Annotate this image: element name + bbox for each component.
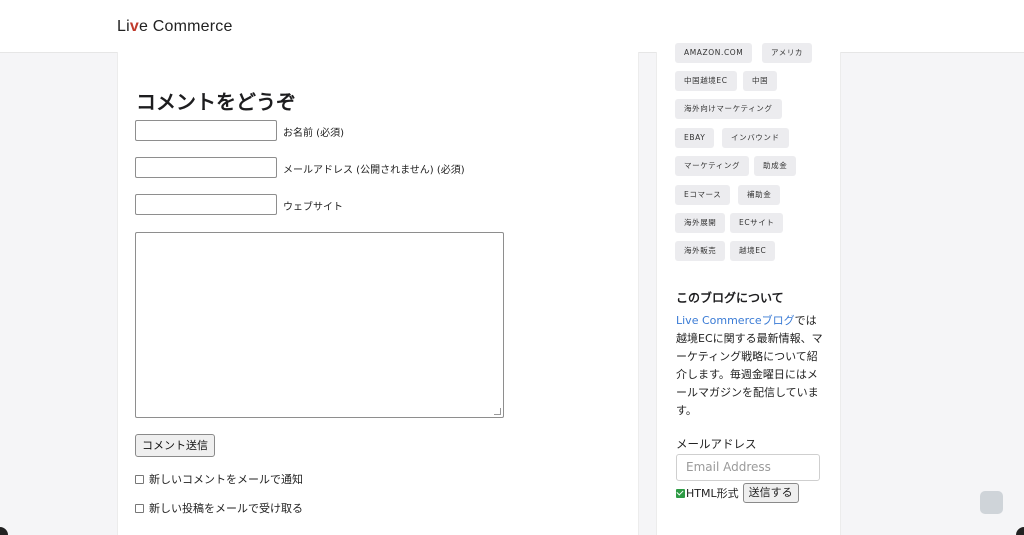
newsletter-email-input[interactable]: Email Address bbox=[676, 454, 820, 481]
about-description: では越境ECに関する最新情報、マーケティング戦略について紹介します。毎週金曜日に… bbox=[676, 314, 823, 417]
about-blog-text: Live Commerceブログでは越境ECに関する最新情報、マーケティング戦略… bbox=[676, 312, 826, 420]
tag-item[interactable]: インバウンド bbox=[722, 128, 789, 148]
email-label: メールアドレス (公開されません) (必須) bbox=[283, 165, 465, 176]
website-input[interactable] bbox=[135, 194, 277, 215]
newsletter-send-button[interactable]: 送信する bbox=[742, 483, 799, 503]
tag-item[interactable]: 海外向けマーケティング bbox=[675, 99, 782, 119]
logo-text-start: Li bbox=[117, 18, 130, 35]
notify-posts-checkbox[interactable] bbox=[135, 503, 144, 513]
sidebar: AMAZON.COM アメリカ 中国越境EC 中国 海外向けマーケティング EB… bbox=[656, 43, 841, 535]
comment-textarea[interactable] bbox=[135, 232, 504, 418]
tag-item[interactable]: Eコマース bbox=[675, 185, 731, 205]
html-format-label: HTML形式 bbox=[686, 487, 739, 500]
about-blog-title: このブログについて bbox=[676, 291, 784, 305]
name-label: お名前 (必須) bbox=[283, 128, 344, 139]
scroll-to-top-button[interactable] bbox=[980, 491, 1003, 514]
site-logo[interactable]: Live Commerce bbox=[117, 18, 233, 36]
newsletter-email-label: メールアドレス bbox=[676, 437, 757, 451]
html-format-checkbox[interactable] bbox=[676, 488, 685, 498]
tag-item[interactable]: 中国 bbox=[743, 71, 778, 91]
top-header: Live Commerce bbox=[0, 0, 1024, 53]
tag-item[interactable]: 海外販売 bbox=[675, 241, 726, 261]
main-content: コメントをどうぞ お名前 (必須) メールアドレス (公開されません) (必須)… bbox=[117, 52, 639, 535]
tag-item[interactable]: 補助金 bbox=[738, 185, 781, 205]
blog-link[interactable]: Live Commerceブログ bbox=[676, 314, 795, 327]
notify-comments-row: 新しいコメントをメールで通知 bbox=[135, 471, 303, 487]
submit-comment-button[interactable]: コメント送信 bbox=[135, 434, 215, 457]
tag-item[interactable]: マーケティング bbox=[675, 156, 750, 176]
window-corner-left bbox=[0, 527, 8, 535]
tag-item[interactable]: ECサイト bbox=[730, 213, 784, 233]
notify-posts-label: 新しい投稿をメールで受け取る bbox=[149, 502, 303, 515]
tag-item[interactable]: アメリカ bbox=[762, 43, 813, 63]
notify-posts-row: 新しい投稿をメールで受け取る bbox=[135, 500, 303, 516]
tag-item[interactable]: 越境EC bbox=[730, 241, 776, 261]
website-label: ウェブサイト bbox=[283, 202, 343, 213]
html-format-row: HTML形式 送信する bbox=[676, 483, 799, 503]
tag-item[interactable]: 中国越境EC bbox=[675, 71, 737, 91]
tag-item[interactable]: 助成金 bbox=[754, 156, 797, 176]
tag-item[interactable]: EBAY bbox=[675, 128, 715, 148]
tag-item[interactable]: AMAZON.COM bbox=[675, 43, 753, 63]
comment-form-title: コメントをどうぞ bbox=[136, 90, 296, 114]
notify-comments-label: 新しいコメントをメールで通知 bbox=[149, 473, 303, 486]
resize-grip-icon[interactable] bbox=[494, 408, 501, 415]
window-corner-right bbox=[1016, 527, 1024, 535]
logo-accent-letter: v bbox=[129, 18, 139, 35]
tag-item[interactable]: 海外展開 bbox=[675, 213, 726, 233]
notify-comments-checkbox[interactable] bbox=[135, 474, 144, 484]
name-input[interactable] bbox=[135, 120, 277, 141]
email-input[interactable] bbox=[135, 157, 277, 178]
logo-text-end: e Commerce bbox=[138, 18, 233, 35]
